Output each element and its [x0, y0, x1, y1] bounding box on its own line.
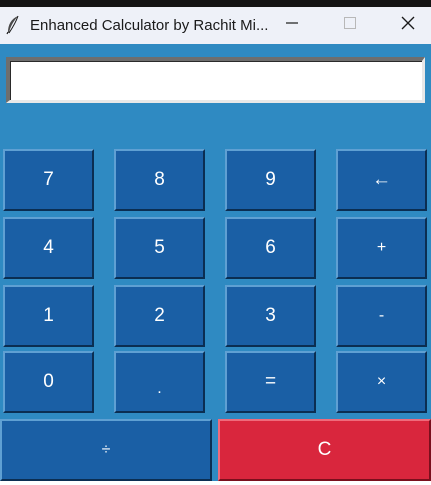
- minimize-icon: [285, 16, 299, 35]
- window-bottom-edge: [0, 481, 431, 485]
- divide-button[interactable]: ÷: [0, 419, 212, 481]
- calculator-window: Enhanced Calculator by Rachit Mi... 7 8 …: [0, 0, 431, 485]
- key-1[interactable]: 1: [3, 285, 94, 347]
- minimize-button[interactable]: [264, 7, 320, 44]
- key-0[interactable]: 0: [3, 351, 94, 413]
- backspace-button[interactable]: ←: [336, 149, 427, 211]
- key-3[interactable]: 3: [225, 285, 316, 347]
- decimal-button[interactable]: .: [114, 351, 205, 413]
- window-top-edge: [0, 0, 431, 7]
- key-6[interactable]: 6: [225, 217, 316, 279]
- clear-button[interactable]: C: [218, 419, 431, 481]
- close-button[interactable]: [380, 7, 431, 44]
- key-4[interactable]: 4: [3, 217, 94, 279]
- key-5[interactable]: 5: [114, 217, 205, 279]
- key-8[interactable]: 8: [114, 149, 205, 211]
- add-button[interactable]: +: [336, 217, 427, 279]
- key-9[interactable]: 9: [225, 149, 316, 211]
- close-icon: [401, 16, 415, 35]
- feather-icon: [5, 15, 21, 35]
- maximize-button[interactable]: [322, 7, 378, 44]
- key-2[interactable]: 2: [114, 285, 205, 347]
- equals-button[interactable]: =: [225, 351, 316, 413]
- maximize-icon: [343, 16, 357, 35]
- key-7[interactable]: 7: [3, 149, 94, 211]
- display-field[interactable]: [6, 57, 425, 103]
- subtract-button[interactable]: -: [336, 285, 427, 347]
- title-bar[interactable]: Enhanced Calculator by Rachit Mi...: [0, 7, 431, 44]
- multiply-button[interactable]: ×: [336, 351, 427, 413]
- window-title: Enhanced Calculator by Rachit Mi...: [30, 17, 269, 34]
